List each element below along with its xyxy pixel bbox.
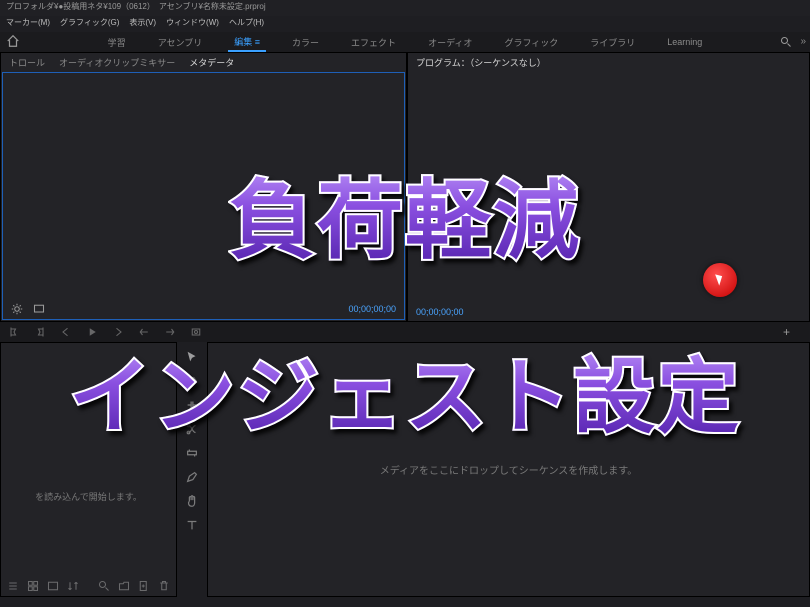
project-panel: を読み込んで開始します。: [0, 342, 177, 597]
timeline-panel[interactable]: メディアをここにドロップしてシーケンスを作成します。: [207, 342, 810, 597]
freeform-view-icon[interactable]: [47, 580, 59, 592]
slip-tool-icon[interactable]: [185, 446, 199, 460]
find-icon[interactable]: [98, 580, 110, 592]
source-tab-control[interactable]: トロール: [9, 56, 45, 69]
search-icon[interactable]: [780, 36, 792, 48]
program-monitor-panel: プログラム：（シーケンスなし） 00;00;00;00: [407, 52, 810, 322]
fit-icon[interactable]: [33, 303, 45, 315]
menu-view[interactable]: 表示(V): [129, 17, 156, 31]
tool-palette: [177, 342, 207, 597]
trash-icon[interactable]: [158, 580, 170, 592]
sort-icon[interactable]: [67, 580, 79, 592]
tab-effects[interactable]: エフェクト: [345, 34, 402, 51]
step-fwd-icon[interactable]: [112, 326, 124, 338]
lower-row: を読み込んで開始します。 メディアをここに: [0, 342, 810, 597]
menu-graphic[interactable]: グラフィック(G): [60, 17, 119, 31]
tab-learning-en[interactable]: Learning: [661, 35, 708, 49]
transport-bar: +: [0, 322, 810, 342]
monitor-row: トロール オーディオクリップミキサー メタデータ 00;00;00;00: [0, 52, 810, 322]
overflow-icon[interactable]: »: [800, 36, 806, 47]
selection-tool-icon[interactable]: [185, 350, 199, 364]
title-bar: プロフォルダ¥●投稿用ネタ¥109（0612） アセンブリ¥名称未設定.prpr…: [0, 0, 810, 16]
mark-out-icon[interactable]: [34, 326, 46, 338]
new-bin-icon[interactable]: [118, 580, 130, 592]
program-tab[interactable]: プログラム：（シーケンスなし）: [416, 56, 546, 69]
program-monitor-body: 00;00;00;00: [408, 71, 809, 321]
menu-window[interactable]: ウィンドウ(W): [166, 17, 219, 31]
menu-marker[interactable]: マーカー(M): [6, 17, 50, 31]
tab-library[interactable]: ライブラリ: [584, 34, 641, 51]
program-transport: 00;00;00;00: [416, 307, 801, 317]
timeline-drop-hint: メディアをここにドロップしてシーケンスを作成します。: [380, 462, 638, 477]
export-frame-icon[interactable]: [190, 326, 202, 338]
tab-color[interactable]: カラー: [286, 34, 325, 51]
track-select-tool-icon[interactable]: [185, 374, 199, 388]
settings-icon[interactable]: [11, 303, 23, 315]
play-icon[interactable]: [86, 326, 98, 338]
mark-in-icon[interactable]: [8, 326, 20, 338]
type-tool-icon[interactable]: [185, 518, 199, 532]
new-item-icon[interactable]: [138, 580, 150, 592]
project-import-hint: を読み込んで開始します。: [1, 490, 176, 503]
overwrite-icon[interactable]: [164, 326, 176, 338]
source-monitor-body: 00;00;00;00: [2, 72, 405, 320]
step-back-icon[interactable]: [60, 326, 72, 338]
tab-learning-jp[interactable]: 学習: [102, 34, 132, 51]
menu-help[interactable]: ヘルプ(H): [229, 17, 264, 31]
button-editor-plus-icon[interactable]: +: [783, 325, 790, 339]
home-icon[interactable]: [6, 34, 20, 48]
tab-graphics[interactable]: グラフィック: [498, 34, 564, 51]
source-transport: 00;00;00;00: [11, 303, 396, 315]
tab-audio[interactable]: オーディオ: [422, 34, 478, 51]
source-timecode: 00;00;00;00: [348, 304, 396, 314]
ripple-tool-icon[interactable]: [185, 398, 199, 412]
insert-icon[interactable]: [138, 326, 150, 338]
source-tab-metadata[interactable]: メタデータ: [189, 56, 234, 69]
program-timecode: 00;00;00;00: [416, 307, 464, 317]
pen-tool-icon[interactable]: [185, 470, 199, 484]
icon-view-icon[interactable]: [27, 580, 39, 592]
tab-assembly[interactable]: アセンブリ: [152, 34, 209, 51]
menu-bar: マーカー(M) グラフィック(G) 表示(V) ウィンドウ(W) ヘルプ(H): [0, 16, 810, 32]
source-monitor-panel: トロール オーディオクリップミキサー メタデータ 00;00;00;00: [0, 52, 407, 322]
tab-editing[interactable]: 編集 ≡: [228, 33, 266, 52]
project-footer: [7, 580, 170, 592]
source-tab-audiomixer[interactable]: オーディオクリップミキサー: [59, 56, 175, 69]
workspace-tab-bar: 学習 アセンブリ 編集 ≡ カラー エフェクト オーディオ グラフィック ライブ…: [0, 32, 810, 52]
premiere-window: プロフォルダ¥●投稿用ネタ¥109（0612） アセンブリ¥名称未設定.prpr…: [0, 0, 810, 607]
list-view-icon[interactable]: [7, 580, 19, 592]
hand-tool-icon[interactable]: [185, 494, 199, 508]
razor-tool-icon[interactable]: [185, 422, 199, 436]
